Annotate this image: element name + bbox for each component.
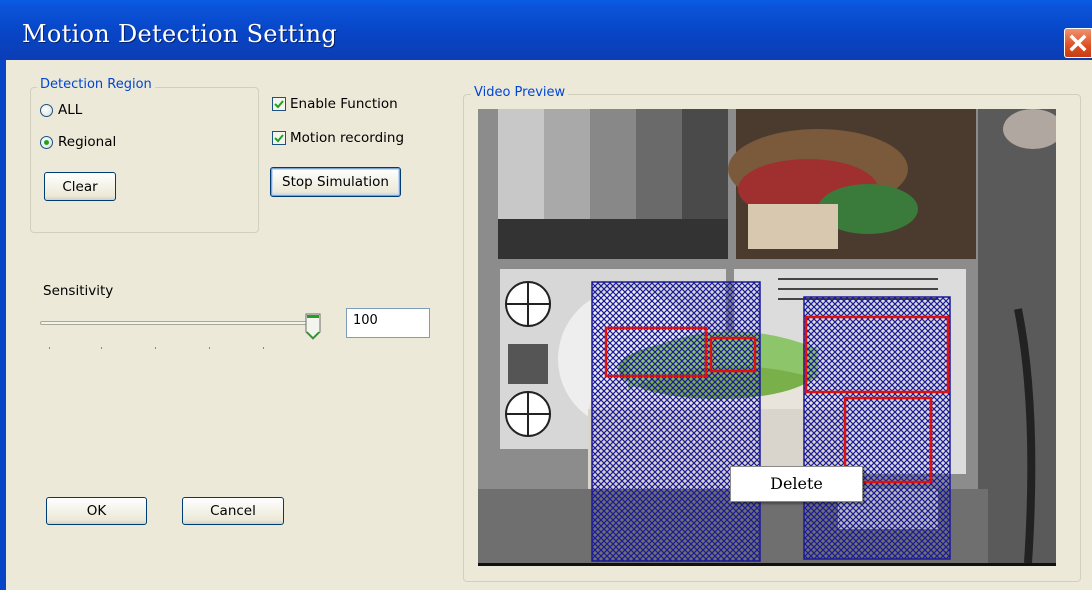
video-preview-legend: Video Preview: [471, 85, 569, 100]
slider-tick: [101, 347, 102, 349]
stop-simulation-button[interactable]: Stop Simulation: [270, 167, 401, 197]
title-bar[interactable]: Motion Detection Setting: [0, 0, 1092, 60]
slider-tick: [209, 347, 210, 349]
slider-tick: [155, 347, 156, 349]
sensitivity-value-field[interactable]: 100: [346, 308, 430, 338]
preview-bottom-border: [478, 563, 1056, 566]
window-title: Motion Detection Setting: [22, 20, 338, 48]
window-border: [0, 60, 6, 590]
slider-tick: [263, 347, 264, 349]
sensitivity-label: Sensitivity: [43, 283, 114, 299]
delete-menu-item[interactable]: Delete: [731, 467, 862, 501]
ok-button[interactable]: OK: [46, 497, 147, 525]
motion-detection-window: Motion Detection Setting Detection Regio…: [0, 0, 1092, 590]
motion-recording-label[interactable]: Motion recording: [290, 130, 404, 146]
enable-function-checkbox[interactable]: [272, 97, 286, 111]
motion-region[interactable]: [803, 296, 951, 560]
sensitivity-slider-track[interactable]: [40, 321, 320, 325]
radio-all-label[interactable]: ALL: [58, 102, 82, 118]
clear-button[interactable]: Clear: [44, 172, 116, 201]
radio-regional-label[interactable]: Regional: [58, 134, 116, 150]
radio-regional[interactable]: [40, 136, 53, 149]
close-button[interactable]: [1064, 28, 1092, 58]
sensitivity-slider-thumb[interactable]: [305, 313, 321, 340]
detection-region-legend: Detection Region: [37, 77, 155, 92]
checkmark-icon: [274, 134, 284, 143]
cancel-button[interactable]: Cancel: [182, 497, 284, 525]
motion-region[interactable]: [591, 281, 761, 562]
context-menu: Delete: [730, 466, 863, 502]
slider-tick: [49, 347, 50, 349]
close-icon: [1069, 34, 1087, 52]
checkmark-icon: [274, 100, 284, 109]
motion-recording-checkbox[interactable]: [272, 131, 286, 145]
radio-all[interactable]: [40, 104, 53, 117]
enable-function-label[interactable]: Enable Function: [290, 96, 398, 112]
